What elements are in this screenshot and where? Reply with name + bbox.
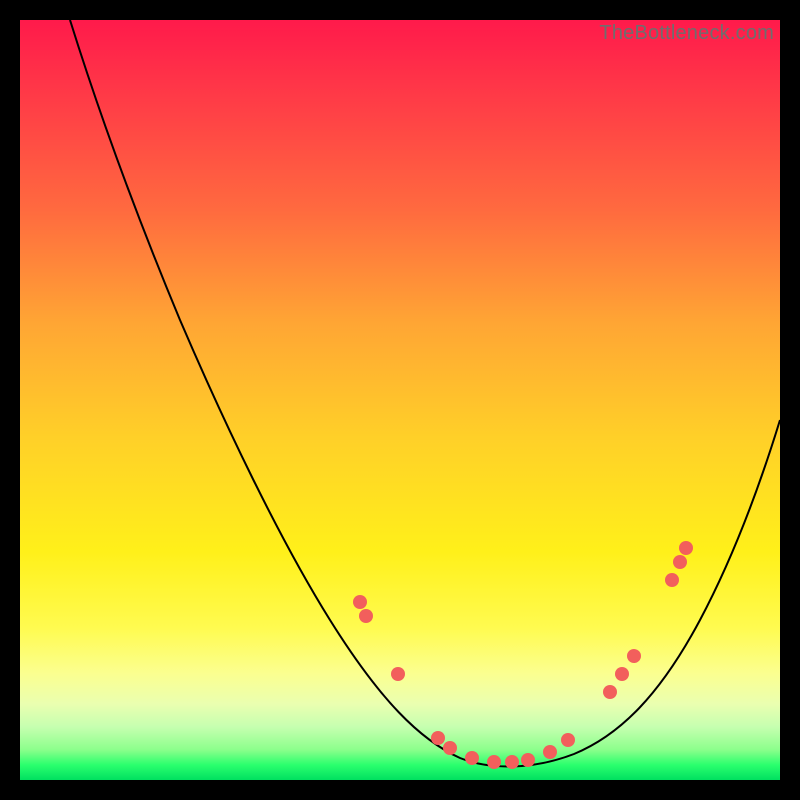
data-point — [543, 745, 557, 759]
data-point — [431, 731, 445, 745]
data-point — [665, 573, 679, 587]
data-point — [443, 741, 457, 755]
data-point — [627, 649, 641, 663]
data-point — [521, 753, 535, 767]
bottleneck-curve — [70, 20, 780, 767]
data-point — [679, 541, 693, 555]
data-point — [603, 685, 617, 699]
curve-plot — [20, 20, 780, 780]
data-point — [505, 755, 519, 769]
data-point — [353, 595, 367, 609]
data-points — [353, 541, 693, 769]
data-point — [561, 733, 575, 747]
data-point — [487, 755, 501, 769]
data-point — [391, 667, 405, 681]
data-point — [615, 667, 629, 681]
chart-area: TheBottleneck.com — [20, 20, 780, 780]
data-point — [465, 751, 479, 765]
watermark-text: TheBottleneck.com — [599, 22, 774, 45]
data-point — [359, 609, 373, 623]
data-point — [673, 555, 687, 569]
